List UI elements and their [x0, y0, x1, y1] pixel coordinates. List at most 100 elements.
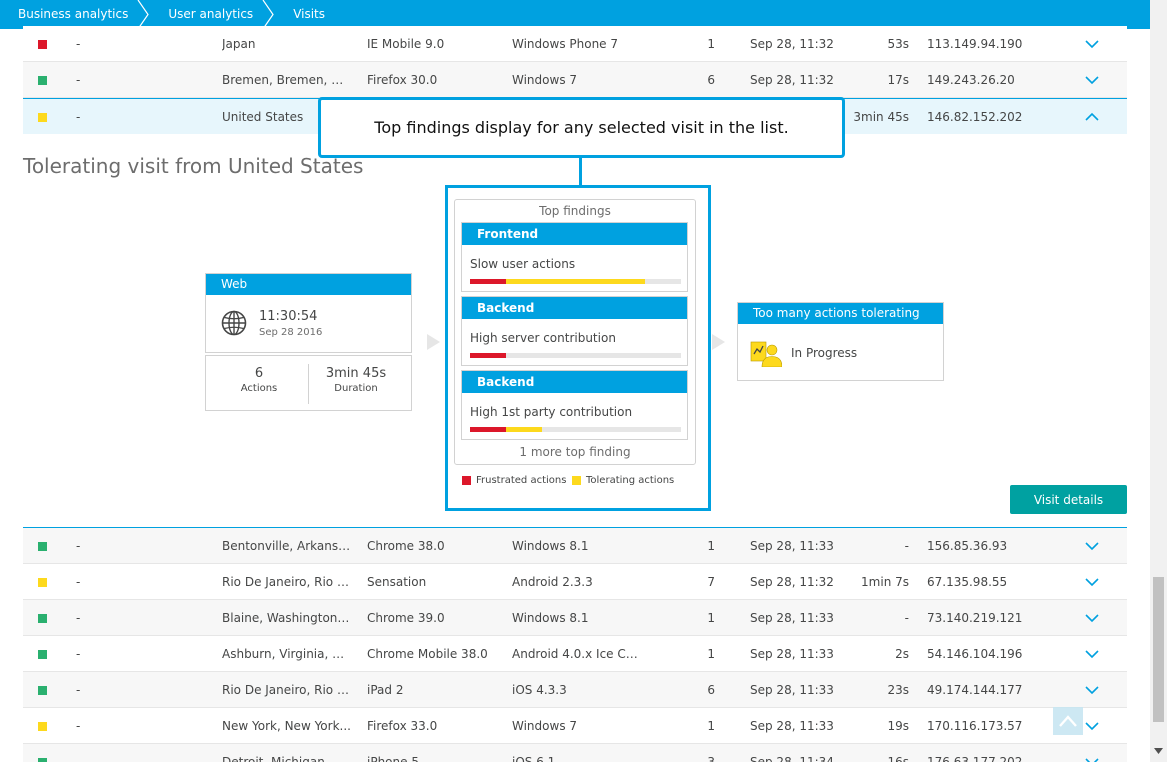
- finding-text: High 1st party contribution: [470, 405, 633, 419]
- web-card-header: Web: [206, 274, 411, 295]
- detail-title: Tolerating visit from United States: [23, 154, 364, 178]
- legend-frustrated: Frustrated actions: [462, 475, 566, 486]
- chevron-down-icon[interactable]: [1085, 38, 1099, 50]
- table-row[interactable]: - New York, New York... Firefox 33.0 Window…: [23, 708, 1127, 744]
- visit-stats-card: 6 Actions 3min 45s Duration: [205, 355, 412, 411]
- chevron-down-icon[interactable]: [1085, 74, 1099, 86]
- apdex-status-icon: [38, 722, 47, 731]
- browser-cell: iPad 2: [367, 683, 404, 697]
- date-cell: Sep 28, 11:34: [750, 755, 834, 762]
- actions-cell: 6: [707, 683, 715, 697]
- breadcrumb-label: Visits: [293, 7, 326, 21]
- legend-tolerating: Tolerating actions: [572, 475, 674, 486]
- user-cell: -: [76, 611, 81, 625]
- apdex-status-icon: [38, 650, 47, 659]
- duration-cell: 16s: [887, 755, 909, 762]
- tolerating-swatch-icon: [572, 476, 581, 485]
- date-cell: Sep 28, 11:33: [750, 647, 834, 661]
- flow-arrow-icon: [712, 334, 725, 350]
- date-cell: Sep 28, 11:33: [750, 719, 834, 733]
- legend-label: Tolerating actions: [586, 475, 675, 486]
- table-row[interactable]: - Detroit, Michigan, U... iPhone 5 iOS 6.1 3…: [23, 744, 1127, 762]
- finding-card[interactable]: Backend High server contribution: [461, 296, 688, 366]
- apdex-status-icon: [38, 686, 47, 695]
- scroll-to-top-button[interactable]: [1053, 707, 1083, 735]
- chevron-down-icon[interactable]: [1085, 648, 1099, 660]
- date-cell: Sep 28, 11:33: [750, 683, 834, 697]
- location-cell: Ashburn, Virginia, U...: [222, 647, 352, 661]
- apdex-status-icon: [38, 578, 47, 587]
- browser-cell: Chrome Mobile 38.0: [367, 647, 488, 661]
- location-cell: Japan: [222, 37, 256, 51]
- breadcrumb-user-analytics[interactable]: User analytics: [150, 0, 275, 29]
- ip-cell: 113.149.94.190: [927, 37, 1023, 51]
- table-row[interactable]: - Bremen, Bremen, Ge... Firefox 30.0 Window…: [23, 62, 1127, 98]
- actions-cell: 3: [707, 755, 715, 762]
- table-row[interactable]: - Blaine, Washington, ... Chrome 39.0 Windo…: [23, 600, 1127, 636]
- tolerating-fill: [506, 279, 645, 284]
- finding-impact-bar: [470, 279, 681, 284]
- duration-cell: 53s: [887, 37, 909, 51]
- frustrated-swatch-icon: [462, 476, 471, 485]
- finding-card[interactable]: Frontend Slow user actions: [461, 222, 688, 292]
- duration-cell: -: [904, 611, 909, 625]
- breadcrumb: Business analytics User analytics Visits: [0, 0, 1150, 29]
- chevron-up-icon[interactable]: [1085, 111, 1099, 123]
- ip-cell: 73.140.219.121: [927, 611, 1023, 625]
- duration-cell: -: [904, 539, 909, 553]
- breadcrumb-business-analytics[interactable]: Business analytics: [0, 0, 150, 29]
- chevron-down-icon[interactable]: [1085, 684, 1099, 696]
- user-cell: -: [76, 575, 81, 589]
- actions-cell: 1: [707, 539, 715, 553]
- apdex-status-icon: [38, 76, 47, 85]
- finding-category: Frontend: [462, 223, 687, 245]
- globe-icon: [221, 310, 247, 336]
- breadcrumb-label: Business analytics: [18, 7, 129, 21]
- ip-cell: 49.174.144.177: [927, 683, 1023, 697]
- apdex-status-icon: [38, 542, 47, 551]
- problem-status: In Progress: [791, 346, 858, 360]
- actions-cell: 6: [707, 73, 715, 87]
- flow-arrow-icon: [427, 334, 440, 350]
- table-row[interactable]: - Japan IE Mobile 9.0 Windows Phone 7 1 Sep 2…: [23, 26, 1127, 62]
- ip-cell: 170.116.173.57: [927, 719, 1023, 733]
- breadcrumb-visits[interactable]: Visits: [275, 0, 339, 29]
- chevron-down-icon[interactable]: [1085, 576, 1099, 588]
- ip-cell: 146.82.152.202: [927, 110, 1023, 124]
- location-cell: New York, New York...: [222, 719, 351, 733]
- duration-label: Duration: [334, 383, 378, 394]
- scroll-down-arrow[interactable]: [1152, 745, 1165, 757]
- finding-card[interactable]: Backend High 1st party contribution: [461, 370, 688, 440]
- date-cell: Sep 28, 11:33: [750, 539, 834, 553]
- browser-cell: Sensation: [367, 575, 427, 589]
- scrollbar-thumb[interactable]: [1153, 577, 1164, 722]
- browser-cell: Chrome 39.0: [367, 611, 445, 625]
- more-findings-link[interactable]: 1 more top finding: [454, 445, 696, 459]
- finding-category: Backend: [462, 371, 687, 393]
- table-row[interactable]: - Bentonville, Arkansa... Chrome 38.0 Windo…: [23, 528, 1127, 564]
- user-cell: -: [76, 110, 81, 124]
- top-findings-title: Top findings: [539, 204, 611, 218]
- chevron-down-icon[interactable]: [1085, 612, 1099, 624]
- chevron-down-icon[interactable]: [1085, 720, 1099, 732]
- problem-card[interactable]: Too many actions tolerating In Progress: [737, 302, 944, 381]
- table-row[interactable]: - Rio De Janeiro, Rio d... iPad 2 iOS 4.3.3…: [23, 672, 1127, 708]
- actions-label: Actions: [240, 383, 278, 394]
- os-cell: Windows 8.1: [512, 611, 589, 625]
- chevron-down-icon[interactable]: [1085, 540, 1099, 552]
- chevron-down-icon[interactable]: [1085, 756, 1099, 762]
- actions-cell: 1: [707, 611, 715, 625]
- os-cell: Windows Phone 7: [512, 37, 619, 51]
- visit-details-button[interactable]: Visit details: [1010, 485, 1127, 514]
- table-row[interactable]: - Ashburn, Virginia, U... Chrome Mobile 38…: [23, 636, 1127, 672]
- os-cell: iOS 6.1: [512, 755, 556, 762]
- apdex-status-icon: [38, 40, 47, 49]
- table-row[interactable]: - Rio De Janeiro, Rio d... Sensation Androi…: [23, 564, 1127, 600]
- date-cell: Sep 28, 11:32: [750, 73, 834, 87]
- location-cell: Blaine, Washington, ...: [222, 611, 352, 625]
- os-cell: Windows 7: [512, 719, 578, 733]
- ip-cell: 176.63.177.202: [927, 755, 1023, 762]
- location-cell: Detroit, Michigan, U...: [222, 755, 352, 762]
- location-cell: Rio De Janeiro, Rio d...: [222, 575, 352, 589]
- browser-cell: IE Mobile 9.0: [367, 37, 445, 51]
